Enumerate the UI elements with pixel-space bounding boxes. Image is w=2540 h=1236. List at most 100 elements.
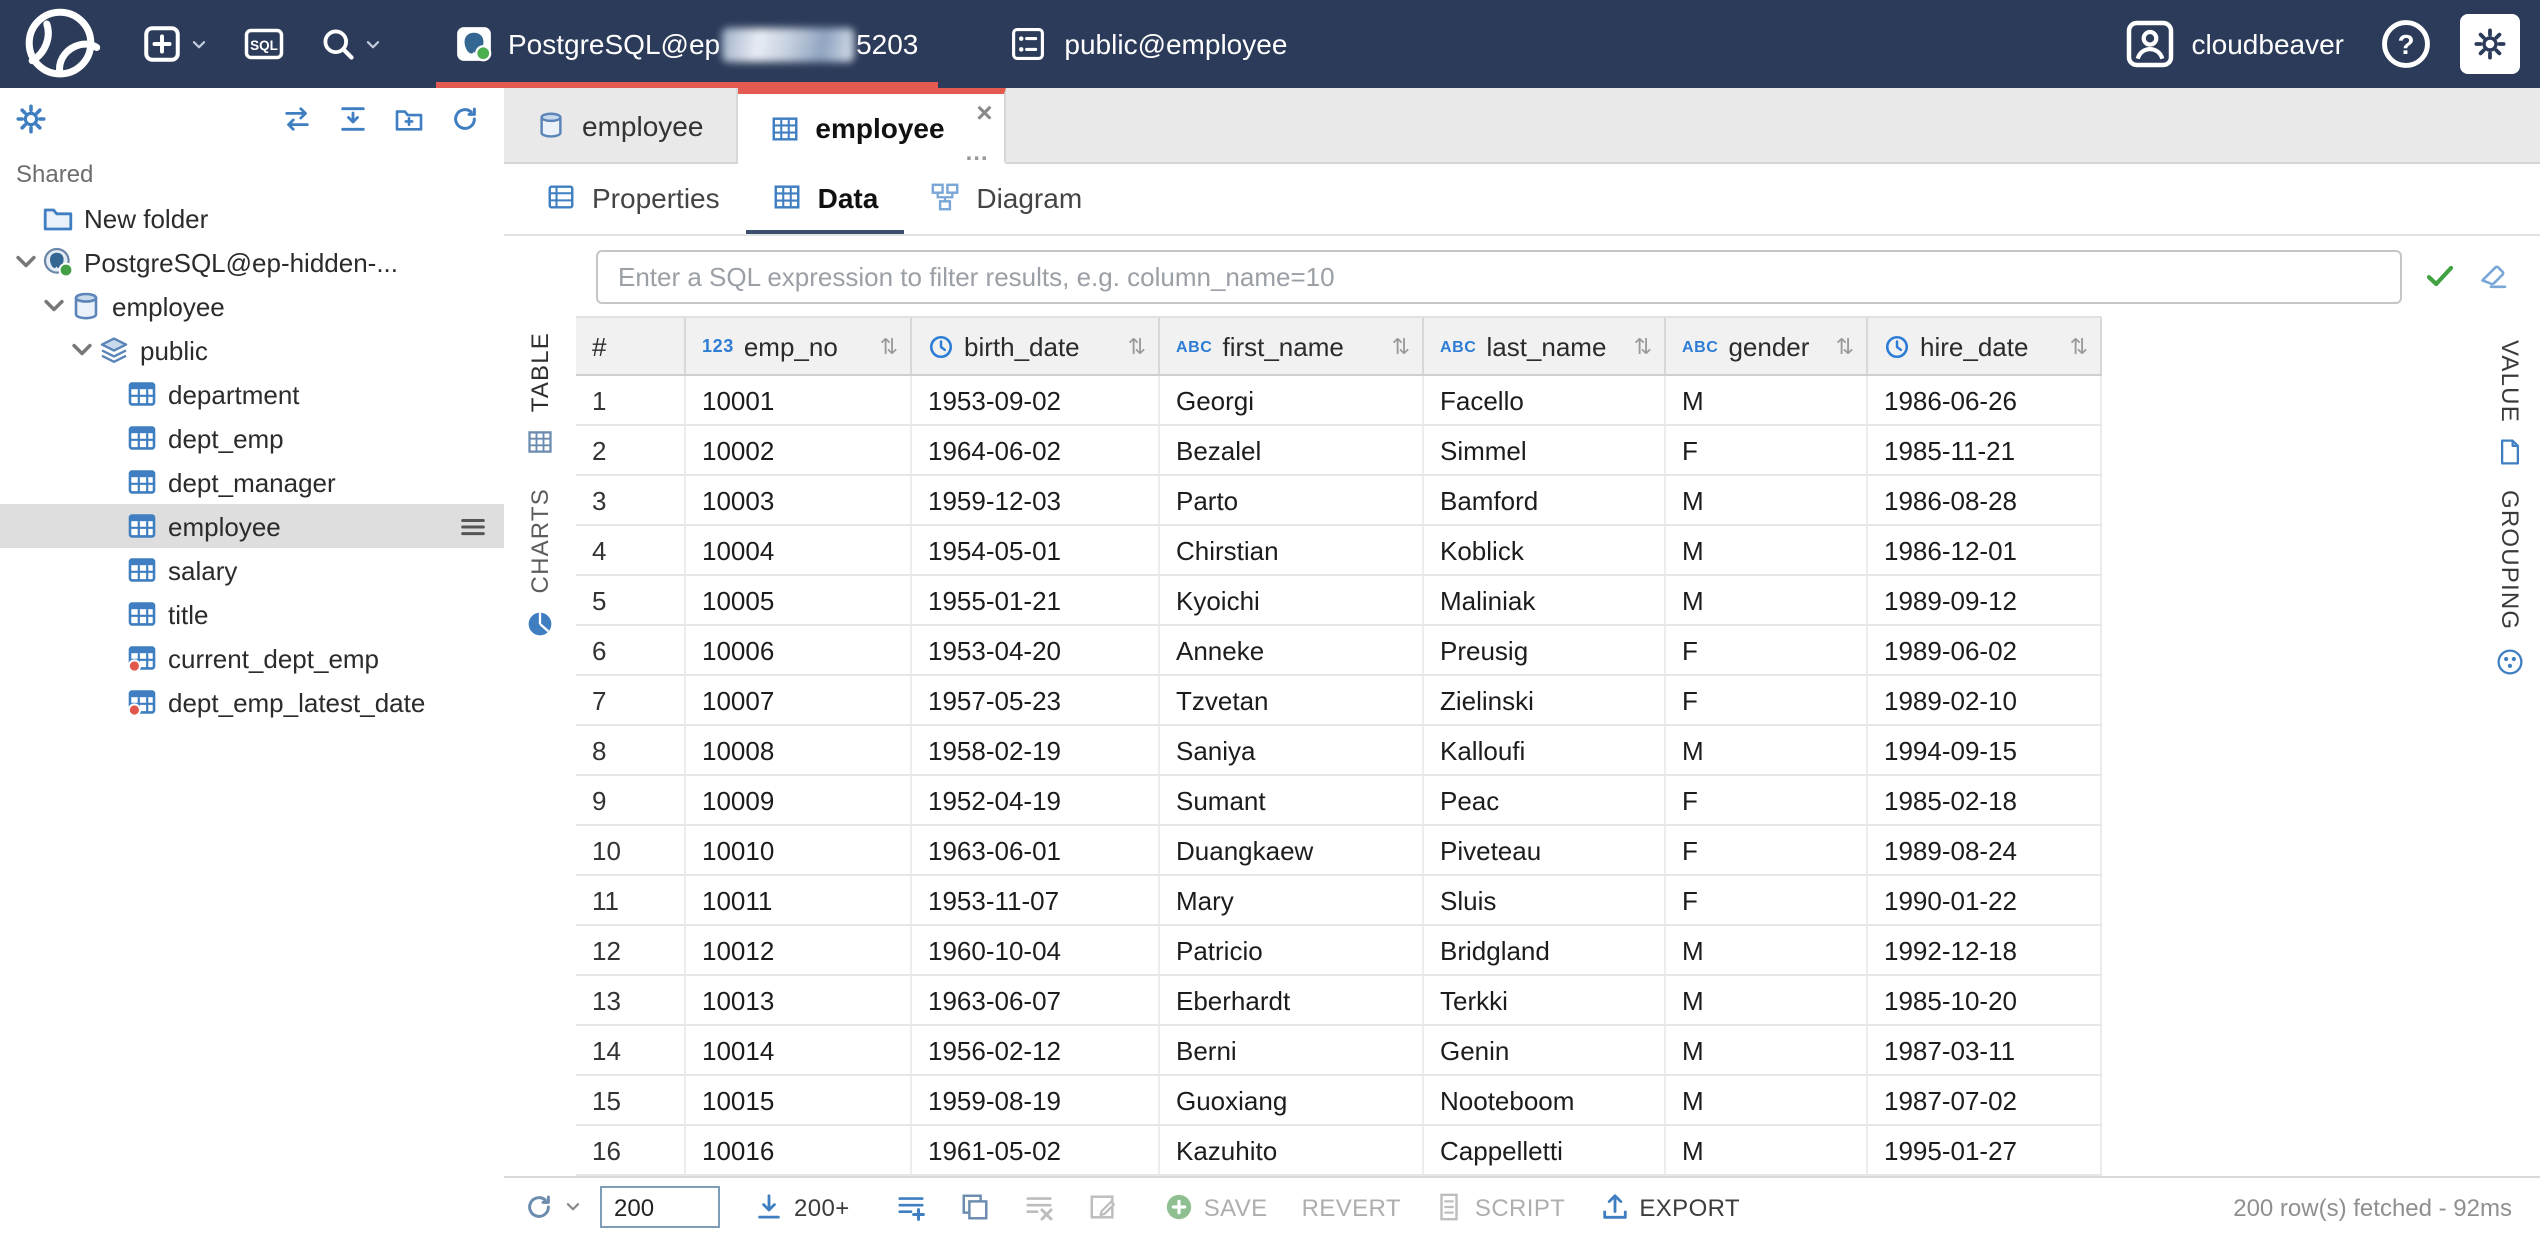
data-cell[interactable]: Parto [1160,476,1424,524]
tab-data[interactable]: Data [746,164,905,234]
data-cell[interactable]: 10004 [686,526,912,574]
data-cell[interactable]: 1989-08-24 [1868,826,2102,874]
data-cell[interactable]: Guoxiang [1160,1076,1424,1124]
rail-tab-table[interactable]: TABLE [526,332,554,456]
data-cell[interactable]: 1964-06-02 [912,426,1160,474]
data-cell[interactable]: Kalloufi [1424,726,1666,774]
column-header[interactable]: ABC first_name ⇅ [1160,318,1424,374]
refresh-result-button[interactable] [524,1192,582,1222]
data-cell[interactable]: 1994-09-15 [1868,726,2102,774]
script-button[interactable]: SCRIPT [1435,1192,1565,1222]
sort-icon[interactable]: ⇅ [1128,333,1146,359]
tab-employee-table[interactable]: employee × … [737,88,1006,164]
expander-icon[interactable] [12,248,40,276]
data-cell[interactable]: Bezalel [1160,426,1424,474]
expander-icon[interactable] [68,336,96,364]
data-cell[interactable]: 10005 [686,576,912,624]
data-cell[interactable]: Zielinski [1424,676,1666,724]
data-cell[interactable]: 1952-04-19 [912,776,1160,824]
data-cell[interactable]: 1992-12-18 [1868,926,2102,974]
data-cell[interactable]: 1995-01-27 [1868,1126,2102,1174]
column-header[interactable]: 123 emp_no ⇅ [686,318,912,374]
column-header[interactable]: ABC gender ⇅ [1666,318,1868,374]
rail-tab-value[interactable]: VALUE [2496,340,2524,467]
data-cell[interactable]: 10003 [686,476,912,524]
data-cell[interactable]: 1985-11-21 [1868,426,2102,474]
data-cell[interactable]: Simmel [1424,426,1666,474]
data-cell[interactable]: 10007 [686,676,912,724]
row-limit-input[interactable] [600,1186,720,1228]
sql-filter-input[interactable] [596,249,2402,303]
refresh-tree-icon[interactable] [450,103,480,133]
data-cell[interactable]: 10010 [686,826,912,874]
data-cell[interactable]: 10009 [686,776,912,824]
data-cell[interactable]: M [1666,1126,1868,1174]
tree-item[interactable]: PostgreSQL@ep-hidden-... [0,240,504,284]
data-cell[interactable]: 1986-06-26 [1868,376,2102,424]
data-cell[interactable]: F [1666,876,1868,924]
data-cell[interactable]: 1987-07-02 [1868,1076,2102,1124]
cloudbeaver-logo-icon[interactable] [16,8,104,80]
schema-selector[interactable]: public@employee [982,26,1315,62]
data-cell[interactable]: 10011 [686,876,912,924]
data-cell[interactable]: M [1666,1076,1868,1124]
data-cell[interactable]: M [1666,726,1868,774]
data-cell[interactable]: F [1666,676,1868,724]
data-cell[interactable]: 1959-08-19 [912,1076,1160,1124]
data-cell[interactable]: Anneke [1160,626,1424,674]
data-cell[interactable]: Bamford [1424,476,1666,524]
sort-icon[interactable]: ⇅ [1634,333,1652,359]
collapse-all-icon[interactable] [338,103,368,133]
data-cell[interactable]: 10014 [686,1026,912,1074]
add-row-icon[interactable] [896,1192,926,1222]
data-cell[interactable]: Sluis [1424,876,1666,924]
sort-icon[interactable]: ⇅ [880,333,898,359]
settings-button[interactable] [2460,14,2520,74]
data-cell[interactable]: 1953-11-07 [912,876,1160,924]
data-cell[interactable]: M [1666,476,1868,524]
sort-icon[interactable]: ⇅ [2070,333,2088,359]
connection-selector[interactable]: PostgreSQL@ep 5203 [428,0,946,88]
delete-row-icon[interactable] [1024,1192,1054,1222]
data-cell[interactable]: Tzvetan [1160,676,1424,724]
data-cell[interactable]: Facello [1424,376,1666,424]
data-cell[interactable]: M [1666,926,1868,974]
data-cell[interactable]: Koblick [1424,526,1666,574]
data-cell[interactable]: M [1666,526,1868,574]
data-cell[interactable]: Peac [1424,776,1666,824]
rail-tab-charts[interactable]: CHARTS [526,488,554,637]
tree-item[interactable]: dept_emp [0,416,504,460]
column-header[interactable]: hire_date ⇅ [1868,318,2102,374]
data-cell[interactable]: 1986-08-28 [1868,476,2102,524]
data-cell[interactable]: Patricio [1160,926,1424,974]
data-cell[interactable]: 1990-01-22 [1868,876,2102,924]
data-cell[interactable]: Maliniak [1424,576,1666,624]
rail-tab-grouping[interactable]: GROUPING [2496,491,2524,675]
tree-item[interactable]: salary [0,548,504,592]
data-cell[interactable]: 1963-06-07 [912,976,1160,1024]
expander-icon[interactable] [40,292,68,320]
data-cell[interactable]: Terkki [1424,976,1666,1024]
data-cell[interactable]: 10013 [686,976,912,1024]
data-cell[interactable]: Duangkaew [1160,826,1424,874]
data-cell[interactable]: 1956-02-12 [912,1026,1160,1074]
close-icon[interactable]: × [976,98,992,126]
data-cell[interactable]: Bridgland [1424,926,1666,974]
user-menu[interactable]: cloudbeaver [2109,20,2360,68]
data-cell[interactable]: 1953-04-20 [912,626,1160,674]
search-button[interactable] [302,10,400,78]
data-cell[interactable]: 1953-09-02 [912,376,1160,424]
clear-filter-eraser-icon[interactable] [2478,260,2510,292]
data-cell[interactable]: 1987-03-11 [1868,1026,2102,1074]
sidebar-settings-gear-icon[interactable] [16,103,46,133]
data-cell[interactable]: Kazuhito [1160,1126,1424,1174]
data-cell[interactable]: 1985-10-20 [1868,976,2102,1024]
data-cell[interactable]: 1960-10-04 [912,926,1160,974]
tree-item[interactable]: New folder [0,196,504,240]
column-header[interactable]: ABC last_name ⇅ [1424,318,1666,374]
data-cell[interactable]: Saniya [1160,726,1424,774]
link-objects-icon[interactable] [282,103,312,133]
data-cell[interactable]: M [1666,376,1868,424]
tree-item[interactable]: dept_emp_latest_date [0,680,504,724]
tree-item-menu-icon[interactable] [458,511,488,541]
